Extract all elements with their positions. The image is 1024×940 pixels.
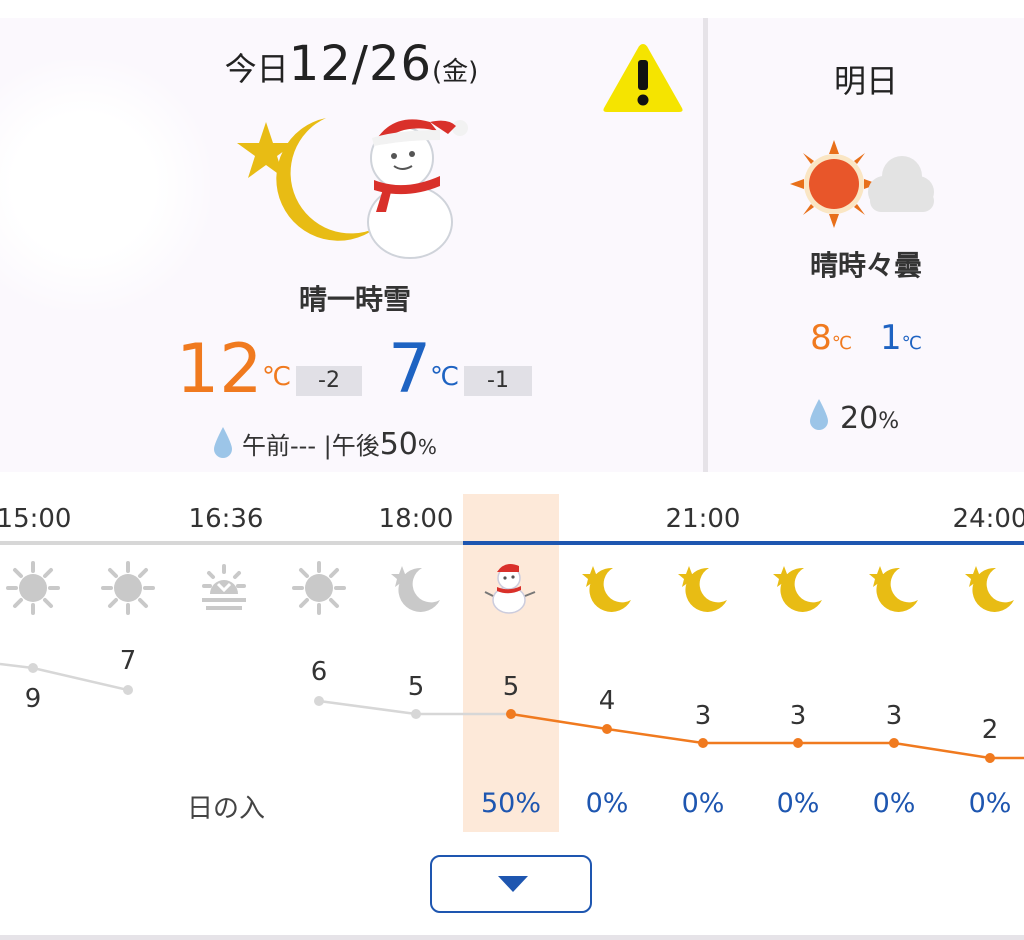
today-high-unit: ℃ [262,362,292,392]
temp-point [411,709,421,719]
time-label: 16:36 [188,504,264,534]
raindrop-icon [810,399,828,430]
moon-star-icon [965,566,1014,612]
hour-temp: 5 [502,672,520,702]
sun-icon [6,561,60,615]
tomorrow-low: 1 [880,318,902,358]
today-low-unit: ℃ [430,362,460,392]
time-label: 18:00 [378,504,454,534]
today-high-diff-badge: -2 [296,366,362,396]
rain-am-value: --- [290,432,316,460]
tomorrow-title: 明日 [833,62,898,100]
hourly-temp-graph [0,662,1024,763]
rain-am-label: 午前 [242,432,290,460]
hour-temp: 5 [407,672,425,702]
sun-cloud-icon [790,140,934,228]
today-condition: 晴一時雪 [298,283,411,316]
today-date-title: 今日12/26(金) [0,36,703,92]
today-date: 12/26 [288,36,433,92]
moon-star-icon [678,566,727,612]
time-label: 24:00 [952,504,1024,534]
hour-temp: 3 [885,701,903,731]
temp-point [123,685,133,695]
hour-rain: 0% [872,788,916,819]
temp-point [698,738,708,748]
tomorrow-rain-unit: % [878,409,900,434]
moon-star-icon [582,566,631,612]
temp-point [889,738,899,748]
raindrop-icon [214,427,232,458]
snowman-icon [484,564,536,614]
moon-star-icon [869,566,918,612]
tomorrow-temps: 8℃ 1℃ [708,318,1024,358]
hour-rain: 50% [480,788,542,819]
temp-point [506,709,516,719]
hour-temp: 4 [598,686,616,716]
temp-point [602,724,612,734]
rain-pm-unit: % [417,435,437,459]
hour-temp: 6 [310,657,328,687]
hour-temp: 3 [694,701,712,731]
timeline-past [0,541,463,545]
temp-point [985,753,995,763]
today-prefix: 今日 [224,50,289,88]
moon-snowman-icon [237,118,468,259]
today-low-temp: 7 [388,330,432,409]
time-label: 21:00 [665,504,741,534]
today-low-diff-badge: -1 [464,366,532,396]
sunset-label: 日の入 [186,794,266,824]
warning-triangle-icon[interactable] [600,40,686,120]
chevron-down-icon [498,876,528,892]
rain-pm-value: 50 [379,427,418,462]
moon-star-icon [391,566,440,612]
rain-pm-label: 午後 [331,432,380,460]
hour-temp: 3 [789,701,807,731]
hour-temp: 9 [24,684,42,714]
tomorrow-rain-value: 20 [840,401,879,436]
tomorrow-condition: 晴時々曇 [809,249,922,282]
moon-star-icon [773,566,822,612]
time-label: 15:00 [0,504,72,534]
today-rain-chance: 午前--- |午後50% [212,426,437,466]
temp-point [28,663,38,673]
sunset-icon [202,564,246,610]
expand-button[interactable] [430,855,592,913]
temp-point [314,696,324,706]
tomorrow-high: 8 [810,318,832,358]
hour-rain: 0% [681,788,725,819]
hour-temp: 7 [119,646,137,676]
rain-separator: | [323,432,332,460]
tomorrow-low-unit: ℃ [901,333,922,354]
today-high-temp: 12 [176,330,263,409]
today-weekday: (金) [432,57,479,87]
timeline-future [463,541,1024,545]
bottom-divider [0,935,1024,940]
tomorrow-high-unit: ℃ [831,333,852,354]
hour-rain: 0% [968,788,1012,819]
tomorrow-rain-chance: 20% [808,398,899,436]
hour-rain: 0% [585,788,629,819]
hour-rain: 0% [776,788,820,819]
temp-point [793,738,803,748]
sun-icon [101,561,155,615]
sun-icon [292,561,346,615]
hour-temp: 2 [981,715,999,745]
background-glow [0,60,210,310]
